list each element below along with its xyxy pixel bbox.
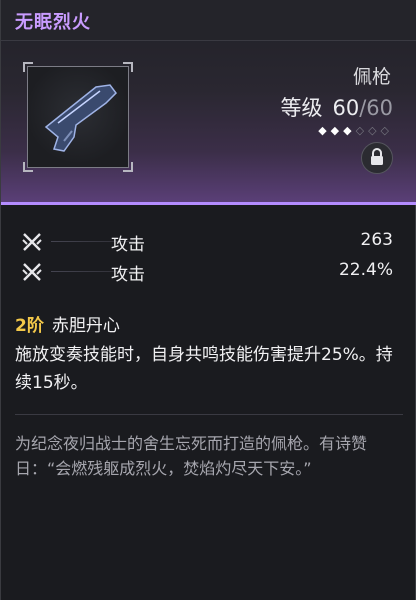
weapon-lore: 为纪念夜归战士的舍生忘死而打造的佩枪。有诗赞日：“会燃残躯成烈火，焚焰灼尽天下安… — [15, 434, 368, 478]
section-divider — [15, 414, 403, 415]
skill-title: 2阶 赤胆丹心 — [15, 311, 120, 336]
level-current: 60 — [332, 96, 360, 120]
level-display: 等级 60/60 — [280, 92, 393, 122]
skill-name: 赤胆丹心 — [51, 316, 120, 336]
stat-row: 攻击 263 — [1, 227, 416, 257]
stat-name: 攻击 — [111, 235, 145, 255]
stat-value: 22.4% — [338, 260, 393, 280]
stat-value: 263 — [360, 230, 393, 250]
rank-stars: ◆◆◆◇◇◇ — [318, 124, 393, 137]
weapon-name: 无眠烈火 — [15, 12, 91, 33]
weapon-type: 佩枪 — [352, 66, 391, 88]
weapon-image-frame — [23, 62, 133, 172]
lock-button[interactable] — [361, 142, 393, 174]
crossed-swords-icon — [22, 233, 42, 251]
lock-icon — [371, 148, 383, 165]
rank-star-filled: ◆ — [318, 124, 331, 137]
pistol-icon — [44, 84, 117, 152]
rank-star-empty: ◇ — [368, 124, 381, 137]
weapon-tooltip-card: 无眠烈火 佩枪 等级 60/60 ◆◆◆◇◇◇ 攻击 263 攻击 22.4% … — [0, 0, 416, 600]
title-bar: 无眠烈火 — [1, 0, 416, 41]
rank-star-empty: ◇ — [380, 124, 393, 137]
level-label: 等级 — [280, 96, 323, 120]
crossed-swords-icon — [22, 263, 42, 281]
level-max: 60 — [366, 96, 393, 120]
stat-row: 攻击 22.4% — [1, 257, 416, 287]
rank-star-filled: ◆ — [330, 124, 344, 137]
rank-star-empty: ◇ — [355, 124, 369, 137]
skill-description: 施放变奏技能时，自身共鸣技能伤害提升25%。持续15秒。 — [15, 345, 393, 393]
stat-name: 攻击 — [111, 265, 145, 285]
skill-rank: 2阶 — [15, 316, 44, 336]
weapon-header: 无眠烈火 佩枪 等级 60/60 ◆◆◆◇◇◇ — [1, 0, 416, 205]
rank-star-filled: ◆ — [343, 124, 356, 137]
